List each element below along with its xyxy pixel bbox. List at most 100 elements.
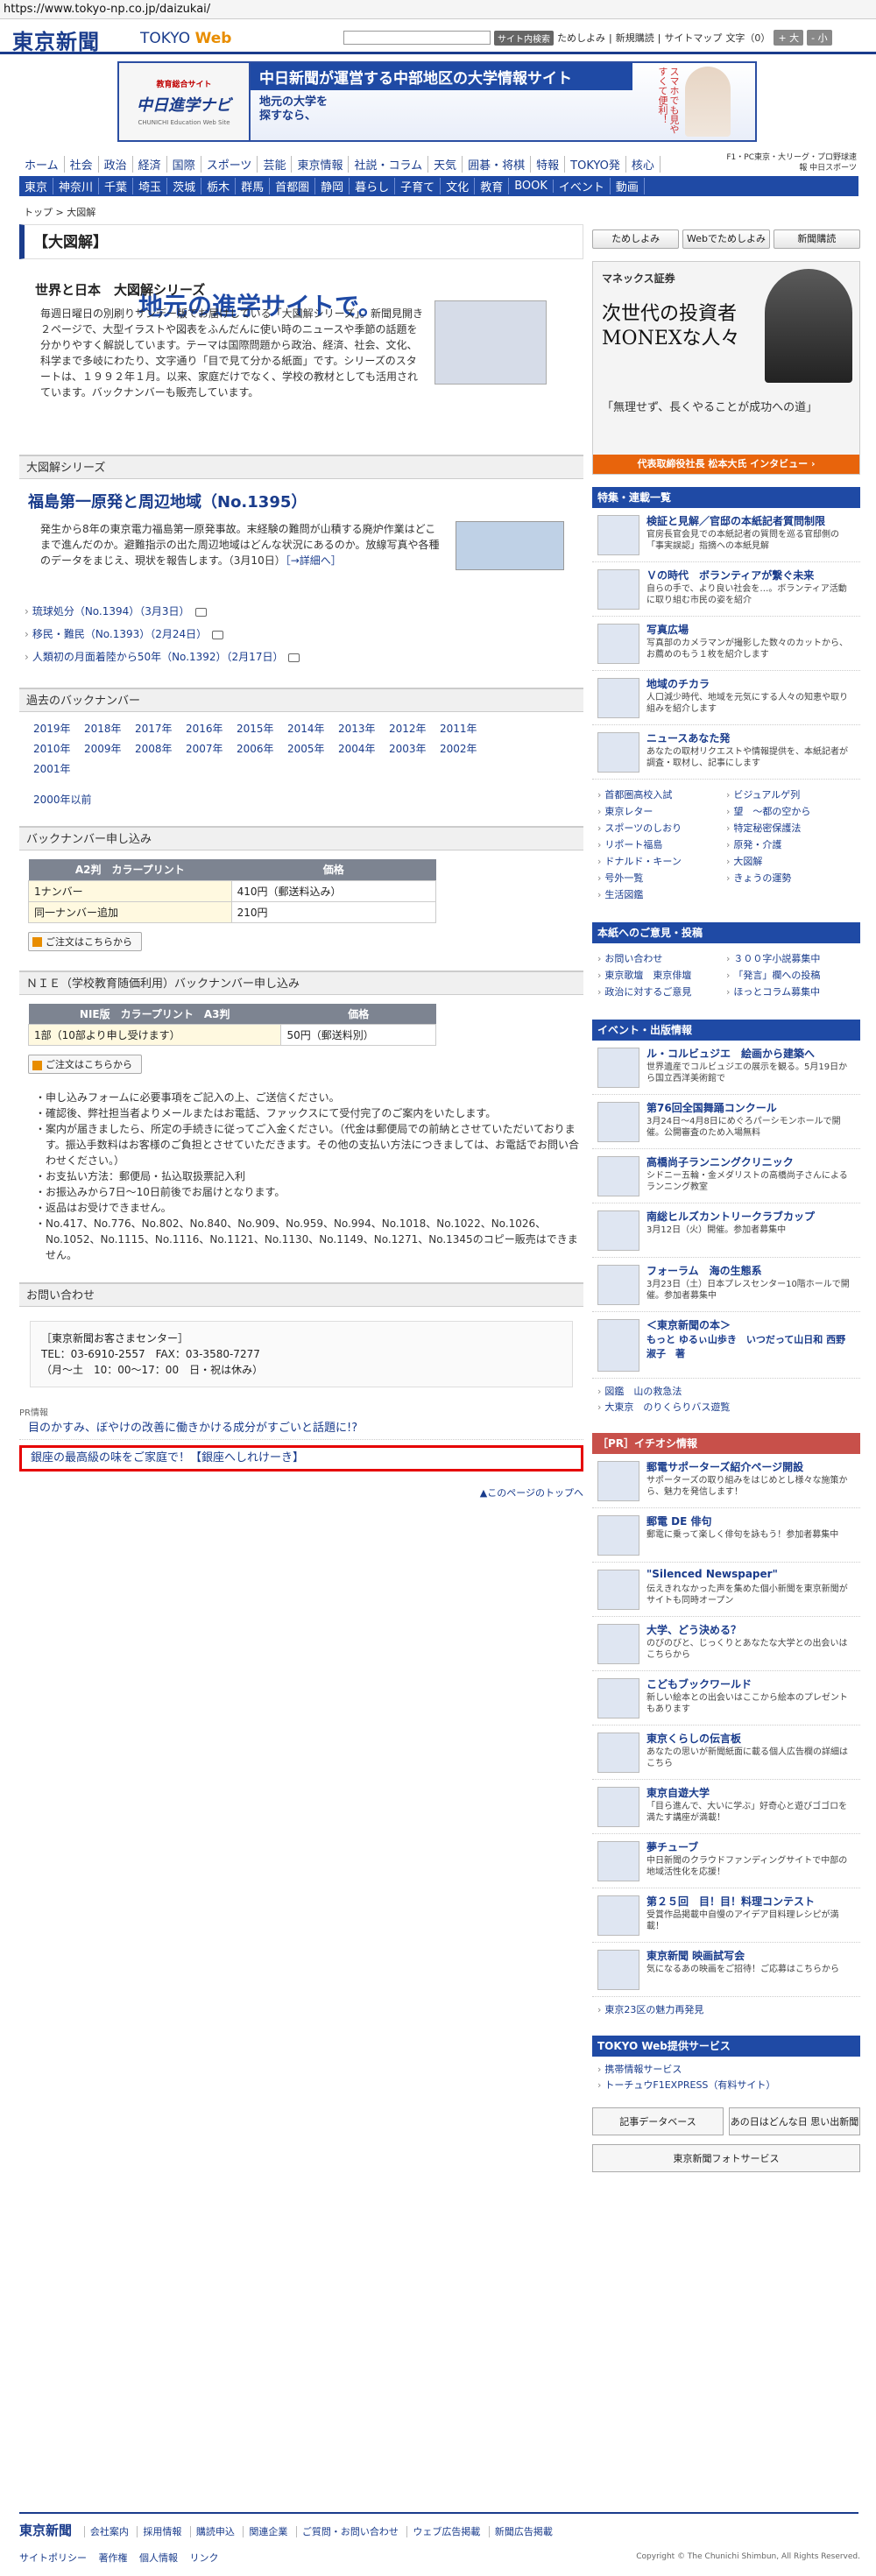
year-link[interactable]: 2002年 bbox=[440, 741, 491, 756]
feature-link[interactable]: スポーツのしおり bbox=[597, 820, 726, 836]
nav-item[interactable]: 社会 bbox=[65, 156, 99, 173]
order-button[interactable]: ご注文はこちらから bbox=[28, 931, 142, 951]
feature-link[interactable]: 生活図鑑 bbox=[597, 886, 726, 903]
footer-link[interactable]: 関連企業 bbox=[243, 2526, 293, 2537]
pr-item[interactable]: こどもブックワールド 新しい絵本との出会いはここから絵本のプレゼントもあります bbox=[592, 1671, 860, 1726]
feature-link[interactable]: ビジュアルゲ列 bbox=[726, 787, 855, 803]
year-link[interactable]: 2015年 bbox=[237, 721, 287, 736]
breadcrumb[interactable]: トップ > 大図解 bbox=[24, 205, 95, 219]
nav-item[interactable]: 経済 bbox=[133, 156, 167, 173]
region-item[interactable]: BOOK bbox=[509, 180, 554, 193]
feature-link[interactable]: ドナルド・キーン bbox=[597, 853, 726, 870]
font-larger-button[interactable]: + 大 bbox=[774, 30, 804, 46]
tab-subscribe[interactable]: 新聞購読 bbox=[773, 229, 860, 249]
year-link[interactable]: 2010年 bbox=[33, 741, 84, 756]
feature-item[interactable]: 写真広場 写真部のカメラマンが撮影した数々のカットから、お薦めのもう１枚を紹介しま… bbox=[592, 617, 860, 671]
year-link[interactable]: 2009年 bbox=[84, 741, 135, 756]
region-item[interactable]: 東京 bbox=[19, 178, 54, 194]
ad-banner[interactable]: 教育総合サイト 中日進学ナビ CHUNICHI Education Web Si… bbox=[117, 61, 757, 321]
year-link[interactable]: 2012年 bbox=[389, 721, 440, 736]
feature-link[interactable]: 特定秘密保護法 bbox=[726, 820, 855, 836]
pr-item[interactable]: 東京くらしの伝言板 あなたの思いが新聞紙面に載る個人広告欄の詳細はこちら bbox=[592, 1726, 860, 1780]
footer-link[interactable]: 会社案内 bbox=[83, 2526, 134, 2537]
year-link[interactable]: 2008年 bbox=[135, 741, 186, 756]
tab-web-trial[interactable]: Webでためしよみ bbox=[682, 229, 770, 249]
feature-link[interactable]: リポート福島 bbox=[597, 836, 726, 853]
footer-link[interactable]: 採用情報 bbox=[137, 2526, 187, 2537]
url-bar[interactable]: https://www.tokyo-np.co.jp/daizukai/ bbox=[0, 0, 876, 19]
nav-item[interactable]: 東京情報 bbox=[292, 156, 350, 173]
year-link[interactable]: 2005年 bbox=[287, 741, 338, 756]
list-item[interactable]: 琉球処分（No.1394）（3月3日） bbox=[25, 600, 583, 623]
event-item[interactable]: フォーラム 海の生態系 3月23日（土）日本プレスセンター10階ホールで開催。参加… bbox=[592, 1258, 860, 1312]
event-item[interactable]: ＜東京新聞の本＞ もっと ゆるぃ山歩き いつだって山日和 西野淑子 著 bbox=[592, 1312, 860, 1379]
nav-item[interactable]: 特報 bbox=[531, 156, 566, 173]
event-item[interactable]: 南総ヒルズカントリークラブカップ 3月12日（火）開催。参加者募集中 bbox=[592, 1203, 860, 1258]
feature-link[interactable]: きょうの運勢 bbox=[726, 870, 855, 886]
region-item[interactable]: 栃木 bbox=[201, 178, 237, 194]
article-database-button[interactable]: 記事データベース bbox=[592, 2107, 724, 2135]
reader-link[interactable]: 政治に対するご意見 bbox=[597, 984, 726, 1000]
footer-link[interactable]: サイトポリシー bbox=[19, 2552, 87, 2564]
feature-link[interactable]: 首都圏高校入試 bbox=[597, 787, 726, 803]
footer-link[interactable]: 個人情報 bbox=[139, 2552, 178, 2564]
event-item[interactable]: ル・コルビュジエ 絵画から建築へ 世界遺産でコルビュジエの展示を観る。5月19日か… bbox=[592, 1041, 860, 1095]
year-link[interactable]: 2018年 bbox=[84, 721, 135, 736]
footer-link[interactable]: 購読申込 bbox=[189, 2526, 240, 2537]
region-item[interactable]: イベント bbox=[554, 178, 611, 194]
reader-link[interactable]: ほっとコラム募集中 bbox=[726, 984, 855, 1000]
nav-item[interactable]: 囲碁・将棋 bbox=[463, 156, 532, 173]
reader-link[interactable]: 「発言」欄への投稿 bbox=[726, 967, 855, 984]
ad-cta[interactable]: 代表取締役社長 松本大氏 インタビュー › bbox=[593, 455, 859, 474]
year-link[interactable]: 2004年 bbox=[338, 741, 389, 756]
nav-item[interactable]: スポーツ bbox=[201, 156, 258, 173]
latest-article-title[interactable]: 福島第一原発と周辺地域（No.1395） bbox=[28, 490, 583, 512]
region-item[interactable]: 動画 bbox=[611, 178, 645, 194]
region-item[interactable]: 千葉 bbox=[99, 178, 134, 194]
footer-logo[interactable]: 東京新聞 bbox=[19, 2521, 72, 2539]
footer-link[interactable]: ウェブ広告掲載 bbox=[406, 2526, 486, 2537]
year-link[interactable]: 2006年 bbox=[237, 741, 287, 756]
font-smaller-button[interactable]: - 小 bbox=[807, 30, 832, 46]
photo-service-button[interactable]: 東京新聞フォトサービス bbox=[592, 2144, 860, 2172]
year-link[interactable]: 2013年 bbox=[338, 721, 389, 736]
pr-link[interactable]: 目のかすみ、ぼやけの改善に働きかける成分がすごいと話題に!? bbox=[19, 1418, 583, 1440]
region-item[interactable]: 子育て bbox=[395, 178, 442, 194]
pr-item[interactable]: 東京自遊大学 「目ら進んで、大いに学ぶ」好奇心と遊びゴゴロを満たす講座が満載！ bbox=[592, 1780, 860, 1834]
region-item[interactable]: 埼玉 bbox=[133, 178, 168, 194]
pr-link-highlighted[interactable]: 銀座の最高級の味をご家庭で！【銀座へしれけーき】 bbox=[19, 1445, 583, 1471]
pr-item[interactable]: 第２５回 目！目！料理コンテスト 受賞作品掲載中自慢のアイデア目料理レシピが満載！ bbox=[592, 1888, 860, 1943]
event-link[interactable]: 大東京 のりくらりバス遊覧 bbox=[597, 1400, 855, 1415]
sitemap-link[interactable]: サイトマップ bbox=[664, 31, 722, 45]
feature-item[interactable]: ニュースあなた発 あなたの取材リクエストや情報提供を、本紙記者が調査・取材し、記事… bbox=[592, 725, 860, 780]
feature-link[interactable]: 東京レター bbox=[597, 803, 726, 820]
region-item[interactable]: 文化 bbox=[441, 178, 476, 194]
pr-item[interactable]: 夢チューブ 中日新聞のクラウドファンディングサイトで中部の地域活性化を応援！ bbox=[592, 1834, 860, 1888]
footer-link[interactable]: リンク bbox=[190, 2552, 219, 2564]
region-item[interactable]: 首都圏 bbox=[270, 178, 316, 194]
tab-trial[interactable]: ためしよみ bbox=[592, 229, 680, 249]
reader-link[interactable]: お問い合わせ bbox=[597, 950, 726, 967]
event-item[interactable]: 高橋尚子ランニングクリニック シドニー五輪・金メダリストの高橋尚子さんによるランニ… bbox=[592, 1149, 860, 1203]
region-item[interactable]: 神奈川 bbox=[53, 178, 100, 194]
nav-item[interactable]: 政治 bbox=[99, 156, 133, 173]
year-link[interactable]: 2016年 bbox=[186, 721, 237, 736]
region-item[interactable]: 教育 bbox=[475, 178, 510, 194]
memory-newspaper-button[interactable]: あの日はどんな日 思い出新聞 bbox=[729, 2107, 860, 2135]
nie-order-button[interactable]: ご注文はこちらから bbox=[28, 1055, 142, 1074]
feature-item[interactable]: 検証と見解／官邸の本紙記者質問制限 官房長官会見での本紙記者の質問を巡る官邸側の「… bbox=[592, 508, 860, 562]
feature-link[interactable]: 望 ～都の空から bbox=[726, 803, 855, 820]
pr-item[interactable]: "Silenced Newspaper" 伝えきれなかった声を集めた個小新聞を東京… bbox=[592, 1563, 860, 1617]
year-link[interactable]: 2017年 bbox=[135, 721, 186, 736]
region-item[interactable]: 群馬 bbox=[236, 178, 271, 194]
feature-link[interactable]: 号外一覧 bbox=[597, 870, 726, 886]
site-search-button[interactable]: サイト内検索 bbox=[494, 30, 554, 46]
monex-ad[interactable]: マネックス証券 次世代の投資者MONEXな人々 「無理せず、長くやることが成功へ… bbox=[592, 261, 860, 475]
year-link[interactable]: 2019年 bbox=[33, 721, 84, 736]
reader-link[interactable]: 東京歌壇 東京俳壇 bbox=[597, 967, 726, 984]
footer-link[interactable]: 新聞広告掲載 bbox=[488, 2526, 558, 2537]
web-service-link[interactable]: トーチュウF1EXPRESS（有料サイト） bbox=[597, 2078, 855, 2093]
nav-item[interactable]: 芸能 bbox=[258, 156, 293, 173]
nav-item[interactable]: 核心 bbox=[626, 156, 661, 173]
year-link-older[interactable]: 2000年以前 bbox=[33, 792, 583, 807]
